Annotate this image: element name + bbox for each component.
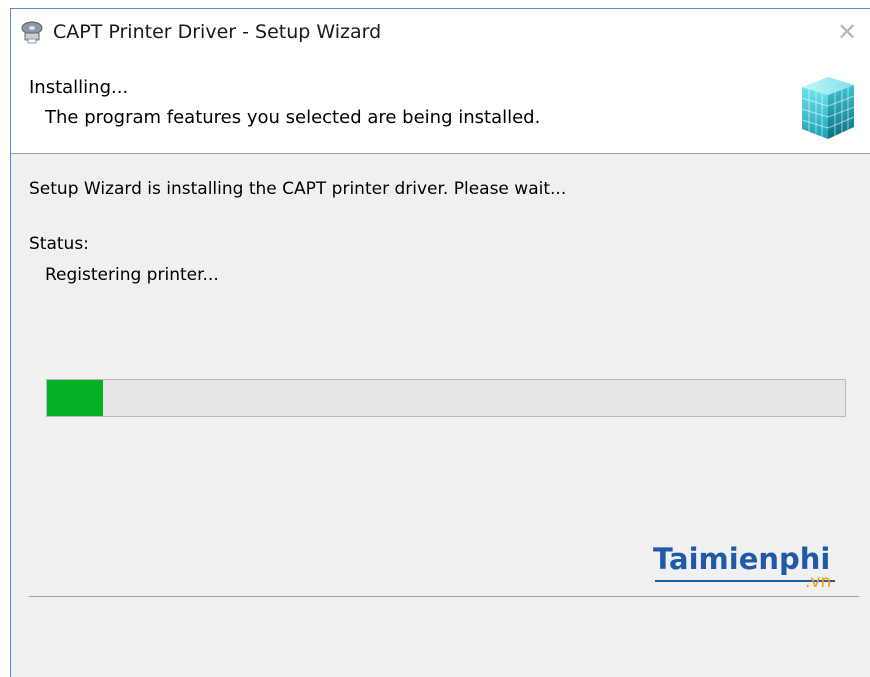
- header-subtitle: The program features you selected are be…: [45, 107, 541, 128]
- title-bar: CAPT Printer Driver - Setup Wizard ✕: [11, 9, 870, 59]
- progress-bar: [46, 379, 846, 417]
- installer-cube-icon: [798, 65, 860, 145]
- watermark-main-text: Taimienphi: [653, 542, 831, 576]
- status-value: Registering printer...: [45, 265, 219, 285]
- status-label: Status:: [29, 234, 89, 254]
- watermark-logo: Taimienphi .vn: [653, 542, 853, 592]
- watermark-sub-text: .vn: [805, 572, 832, 592]
- window-title: CAPT Printer Driver - Setup Wizard: [53, 21, 382, 43]
- header-title: Installing...: [29, 77, 129, 98]
- printer-disc-icon: [19, 20, 45, 44]
- setup-wizard-window: CAPT Printer Driver - Setup Wizard ✕ Ins…: [10, 8, 870, 677]
- progress-bar-fill: [47, 380, 103, 416]
- install-message: Setup Wizard is installing the CAPT prin…: [29, 179, 567, 199]
- close-button[interactable]: ✕: [824, 9, 870, 55]
- footer-separator: [29, 596, 859, 597]
- header-panel: Installing... The program features you s…: [11, 59, 870, 154]
